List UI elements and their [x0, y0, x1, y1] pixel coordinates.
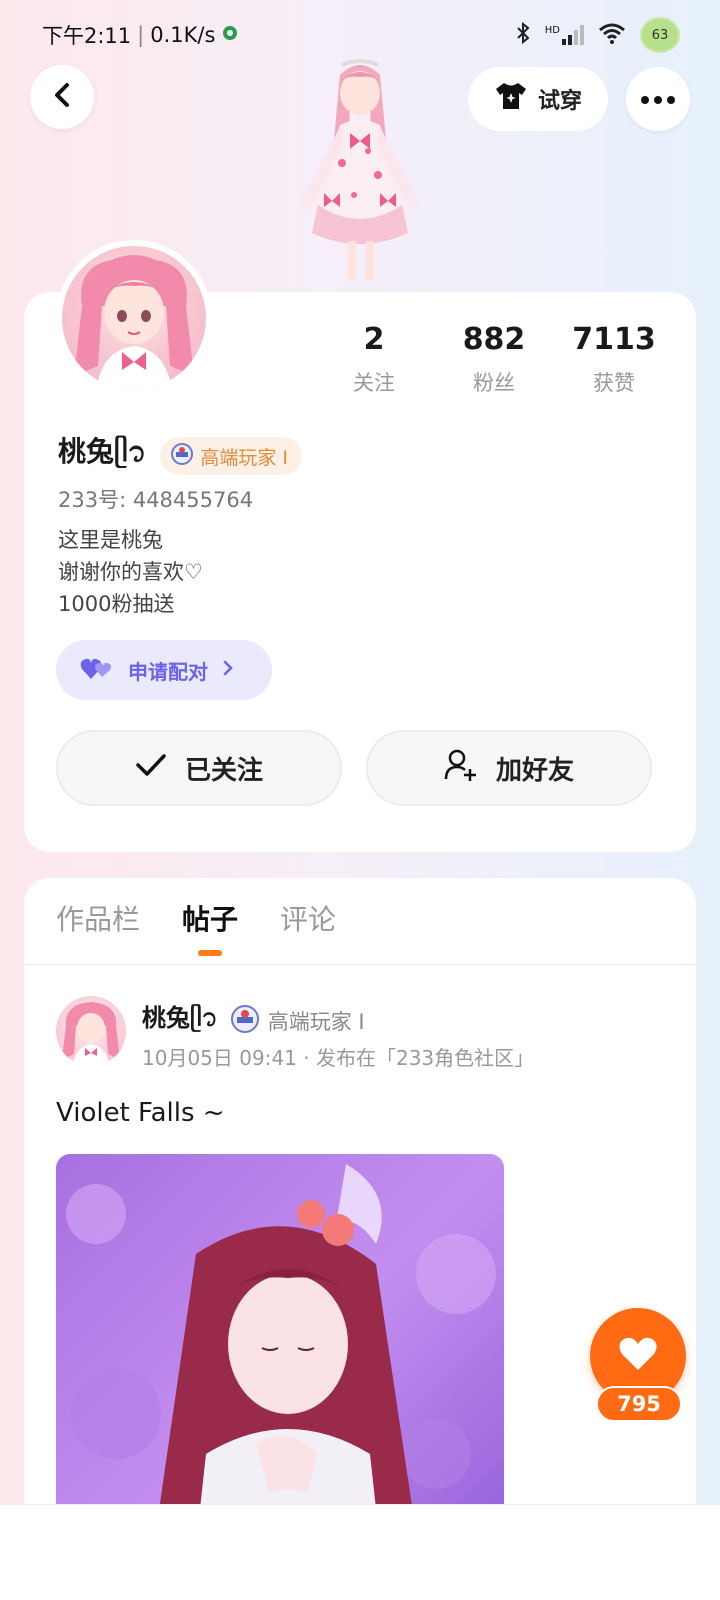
battery-level: 63 — [651, 27, 669, 43]
bio: 这里是桃兔 谢谢你的喜欢♡ 1000粉抽送 — [58, 524, 203, 620]
stats-row: 2 关注 882 粉丝 7113 获赞 — [314, 322, 674, 397]
level-badge[interactable]: 高端玩家 Ⅰ — [160, 437, 302, 475]
status-left: 下午2:11 | 0.1K/s — [42, 20, 239, 50]
post-meta: 10月05日 09:41 · 发布在「233角色社区」 — [142, 1046, 535, 1070]
try-on-button[interactable]: 试穿 — [468, 67, 608, 131]
status-speed: 0.1K/s — [150, 23, 216, 47]
chevron-right-icon — [222, 658, 234, 682]
app-notification-icon — [221, 23, 239, 47]
bluetooth-icon — [515, 21, 531, 50]
post-author-name[interactable]: 桃兔ᥫ᭡ — [142, 998, 218, 1044]
bottom-bar — [0, 1504, 720, 1600]
name-row: 桃兔ᥫ᭡ 高端玩家 Ⅰ — [58, 430, 302, 482]
hearts-icon — [80, 655, 114, 686]
avatar-character-figure — [270, 55, 450, 295]
battery-indicator: 63 — [640, 17, 680, 53]
back-arrow-icon — [51, 82, 73, 112]
post-title[interactable]: Violet Falls ~ — [56, 1098, 225, 1128]
try-on-label: 试穿 — [537, 89, 582, 114]
more-button[interactable] — [626, 67, 690, 131]
followed-label: 已关注 — [184, 755, 263, 786]
stat-following[interactable]: 2 关注 — [314, 322, 434, 397]
bio-line: 1000粉抽送 — [58, 592, 175, 616]
add-user-icon — [444, 749, 478, 788]
signal-icon: HD — [545, 25, 584, 45]
followed-button[interactable]: 已关注 — [56, 730, 342, 806]
level-badge-icon — [230, 1004, 260, 1039]
user-id[interactable]: 233号: 448455764 — [58, 484, 253, 514]
status-time: 下午2:11 — [42, 24, 132, 48]
back-button[interactable] — [30, 65, 94, 129]
heart-icon — [618, 1336, 658, 1376]
profile-tabs: 作品栏 帖子 评论 — [56, 898, 336, 956]
followers-label: 粉丝 — [473, 371, 515, 395]
tab-posts[interactable]: 帖子 — [182, 898, 238, 956]
posts-card: 作品栏 帖子 评论 桃兔ᥫ᭡ 高端玩家 Ⅰ 10月05日 09:41 · 发布在… — [24, 878, 696, 1600]
bio-line: 这里是桃兔 — [58, 528, 163, 552]
network-type-label: HD — [544, 25, 560, 36]
status-separator: | — [137, 23, 145, 47]
active-tab-indicator — [198, 950, 223, 956]
checkmark-icon — [135, 753, 167, 784]
stat-likes[interactable]: 7113 获赞 — [554, 322, 674, 397]
tshirt-sparkle-icon — [494, 81, 528, 117]
profile-name: 桃兔ᥫ᭡ — [58, 435, 147, 468]
tab-comments-label: 评论 — [280, 903, 337, 936]
request-pair-button[interactable]: 申请配对 — [56, 640, 272, 700]
add-friend-label: 加好友 — [495, 755, 574, 786]
post-author-level: 高端玩家 Ⅰ — [230, 1004, 365, 1039]
tab-works[interactable]: 作品栏 — [56, 898, 140, 956]
likes-received-label: 获赞 — [593, 371, 635, 395]
following-count: 2 — [363, 322, 385, 357]
tab-posts-label: 帖子 — [182, 903, 239, 936]
tab-works-label: 作品栏 — [56, 903, 141, 936]
post-level-label: 高端玩家 Ⅰ — [267, 1010, 365, 1034]
level-badge-icon — [170, 442, 194, 471]
like-count: 795 — [596, 1386, 682, 1422]
tab-comments[interactable]: 评论 — [280, 898, 336, 956]
status-right: HD 63 — [515, 17, 680, 53]
wifi-icon — [598, 22, 626, 49]
stat-followers[interactable]: 882 粉丝 — [434, 322, 554, 397]
followers-count: 882 — [462, 322, 526, 357]
post-header: 桃兔ᥫ᭡ 高端玩家 Ⅰ 10月05日 09:41 · 发布在「233角色社区」 — [56, 996, 666, 1076]
more-icon — [640, 90, 676, 109]
tab-divider — [24, 964, 696, 965]
post-author-avatar[interactable] — [56, 996, 126, 1066]
likes-received-count: 7113 — [572, 322, 656, 357]
following-label: 关注 — [353, 371, 395, 395]
post-author-row: 桃兔ᥫ᭡ 高端玩家 Ⅰ — [142, 998, 365, 1044]
profile-avatar[interactable] — [56, 240, 212, 396]
bio-line: 谢谢你的喜欢♡ — [58, 560, 203, 584]
request-pair-label: 申请配对 — [128, 659, 208, 684]
avatar-image — [62, 246, 206, 390]
add-friend-button[interactable]: 加好友 — [366, 730, 652, 806]
level-badge-label: 高端玩家 Ⅰ — [200, 446, 288, 469]
